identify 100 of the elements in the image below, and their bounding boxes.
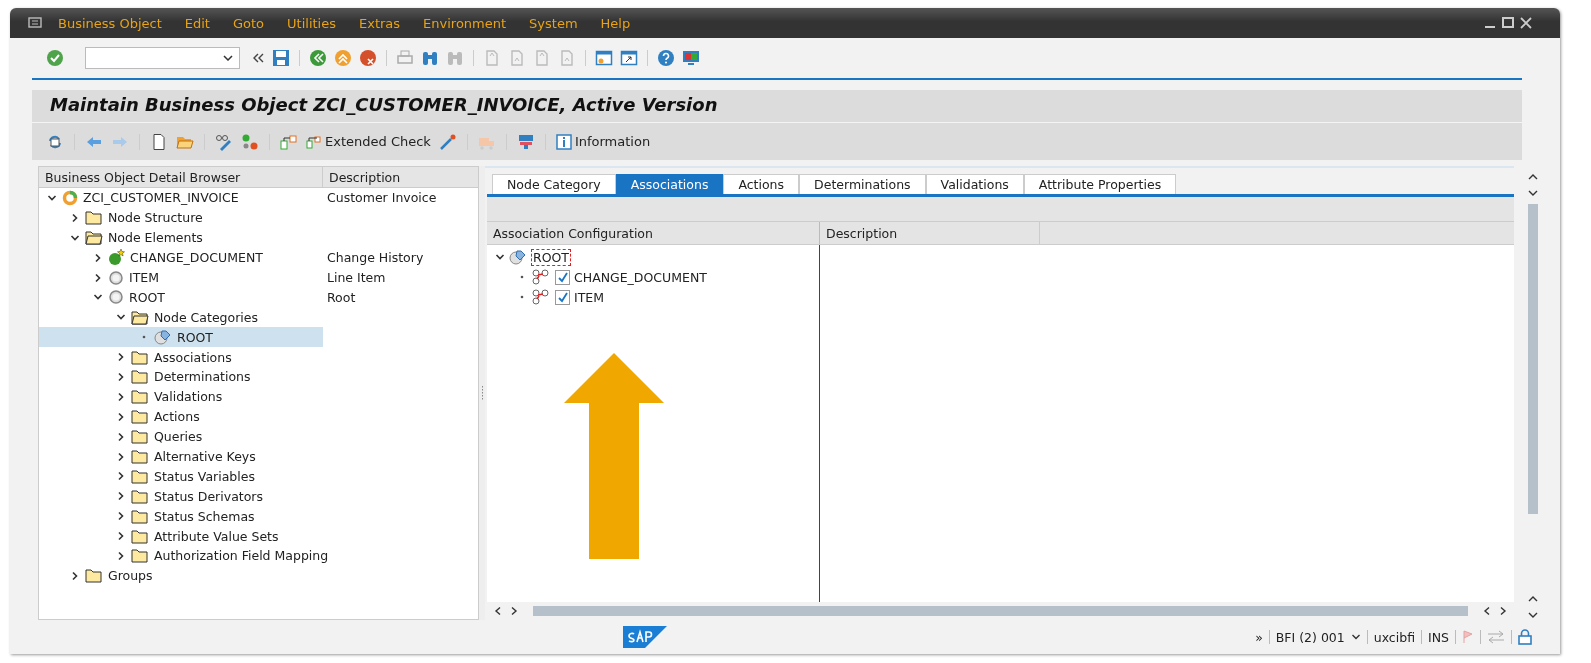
expand-chevron-icon[interactable] [116, 451, 126, 462]
flag-icon [1462, 630, 1474, 644]
tree-item[interactable]: Attribute Value Sets [39, 526, 323, 547]
tree-item[interactable]: Node Categories [39, 307, 323, 328]
tree-item[interactable]: CHANGE_DOCUMENT [39, 247, 323, 268]
ring-icon [62, 189, 78, 206]
tree-item[interactable]: Groups [39, 565, 323, 586]
scroll-up-icon[interactable] [1527, 594, 1539, 604]
splitter-handle-icon[interactable] [480, 385, 484, 401]
new-window-icon[interactable] [595, 49, 613, 67]
menu-icon[interactable] [28, 17, 44, 29]
tree-item[interactable]: ZCI_CUSTOMER_INVOICE [39, 188, 323, 208]
tab[interactable]: Actions [723, 174, 800, 194]
tree-item[interactable]: Node Structure [39, 207, 323, 228]
menu-item[interactable]: Environment [423, 15, 507, 31]
tree-item[interactable]: Status Schemas [39, 506, 323, 527]
tree-item[interactable]: Determinations [39, 367, 323, 387]
tab[interactable]: Determinations [799, 174, 926, 194]
menu-item[interactable]: Business Object [58, 15, 162, 31]
tree-item[interactable]: Actions [39, 406, 323, 427]
tree-item[interactable]: Alternative Keys [39, 446, 323, 467]
expand-chevron-icon[interactable] [116, 550, 126, 561]
description-text: Root [326, 289, 356, 305]
back-icon[interactable] [309, 49, 327, 67]
column-header[interactable]: Description [323, 167, 478, 187]
tab[interactable]: Validations [925, 174, 1024, 194]
scroll-right-icon[interactable] [1498, 606, 1508, 616]
scrollbar-thumb[interactable] [533, 606, 1468, 616]
glasses-pen-icon[interactable] [215, 132, 233, 151]
shortcut-icon[interactable] [620, 49, 638, 67]
tree-item[interactable]: ROOT [39, 287, 323, 308]
toolbar-button[interactable]: Information [555, 133, 651, 150]
save-icon[interactable] [272, 49, 290, 67]
menu-item[interactable]: Help [600, 15, 631, 31]
toolbar-button[interactable]: Extended Check [306, 133, 431, 150]
tree-item[interactable]: ITEM [574, 289, 604, 305]
tree-item[interactable]: Status Derivators [39, 486, 323, 507]
binoculars-icon[interactable] [421, 49, 439, 67]
scroll-left-icon[interactable] [493, 606, 503, 616]
tree-item[interactable]: Associations [39, 347, 323, 367]
menu-item[interactable]: Extras [359, 15, 401, 31]
expand-chevron-icon[interactable] [70, 212, 80, 223]
expand-chevron-icon[interactable] [70, 570, 80, 581]
column-header[interactable]: Description [820, 222, 1040, 244]
expand-chevron-icon[interactable] [116, 531, 126, 542]
system-info[interactable]: BFI (2) 001 [1275, 629, 1345, 645]
tree-item[interactable]: Queries [39, 426, 323, 447]
tree-item[interactable]: CHANGE_DOCUMENT [574, 269, 707, 285]
expand-chevron-icon[interactable] [93, 252, 103, 263]
document-icon[interactable] [150, 132, 168, 151]
expand-chevron-icon[interactable] [116, 471, 126, 482]
scrollbar-thumb[interactable] [1528, 204, 1538, 514]
lock-icon[interactable] [1518, 629, 1532, 645]
tree-item[interactable]: Status Variables [39, 466, 323, 487]
tree-item[interactable]: ROOT [531, 248, 571, 266]
scroll-right-icon[interactable] [509, 606, 519, 616]
expand-chevron-icon[interactable] [93, 272, 103, 283]
help-icon[interactable] [657, 49, 675, 67]
expand-chevron-icon[interactable] [116, 491, 126, 502]
dropdown-icon[interactable] [1350, 633, 1361, 641]
expand-chevron-icon[interactable] [116, 371, 126, 382]
dropdown-icon[interactable] [223, 55, 233, 61]
tree-item[interactable]: ITEM [39, 267, 323, 288]
tab[interactable]: Attribute Properties [1023, 174, 1177, 194]
menu-item[interactable]: Edit [184, 15, 210, 31]
menu-item[interactable]: Utilities [287, 15, 336, 31]
nodes-icon[interactable] [241, 132, 259, 151]
checkbox[interactable] [555, 269, 570, 285]
expand-status-button[interactable]: » [1255, 629, 1263, 645]
tree-item[interactable]: Node Elements [39, 227, 323, 248]
checkbox[interactable] [555, 289, 570, 305]
tab[interactable]: Node Category [492, 174, 616, 194]
scroll-up-icon[interactable] [1527, 172, 1539, 182]
collapse-chevron-icon[interactable] [495, 252, 505, 262]
cancel-icon[interactable] [359, 49, 377, 67]
expand-chevron-icon[interactable] [116, 352, 126, 363]
magic-wand-icon[interactable] [438, 132, 457, 151]
command-field[interactable] [85, 47, 240, 69]
expand-chevron-icon[interactable] [116, 431, 126, 442]
collapse-icon[interactable] [251, 52, 265, 64]
scroll-left-icon[interactable] [1482, 606, 1492, 616]
tab[interactable]: Associations [615, 174, 724, 194]
tree-item[interactable]: Validations [39, 386, 323, 407]
close-icon[interactable] [1520, 17, 1532, 29]
folder-icon [131, 528, 149, 544]
monitor-icon[interactable] [682, 49, 700, 67]
column-header[interactable]: Association Configuration [487, 222, 820, 244]
tree-item[interactable]: ROOT [39, 327, 323, 348]
check-icon[interactable] [46, 49, 64, 67]
maximize-icon[interactable] [1502, 17, 1514, 29]
hierarchy-icon[interactable] [280, 132, 298, 151]
scroll-down-icon[interactable] [1527, 188, 1539, 198]
expand-chevron-icon[interactable] [116, 411, 126, 422]
expand-chevron-icon[interactable] [116, 511, 126, 522]
scroll-down-icon[interactable] [1527, 610, 1539, 620]
column-header[interactable]: Business Object Detail Browser [39, 167, 323, 187]
expand-chevron-icon[interactable] [116, 391, 126, 402]
menu-item[interactable]: System [529, 15, 578, 31]
menu-item[interactable]: Goto [233, 15, 265, 31]
stamp-icon[interactable] [516, 132, 535, 151]
